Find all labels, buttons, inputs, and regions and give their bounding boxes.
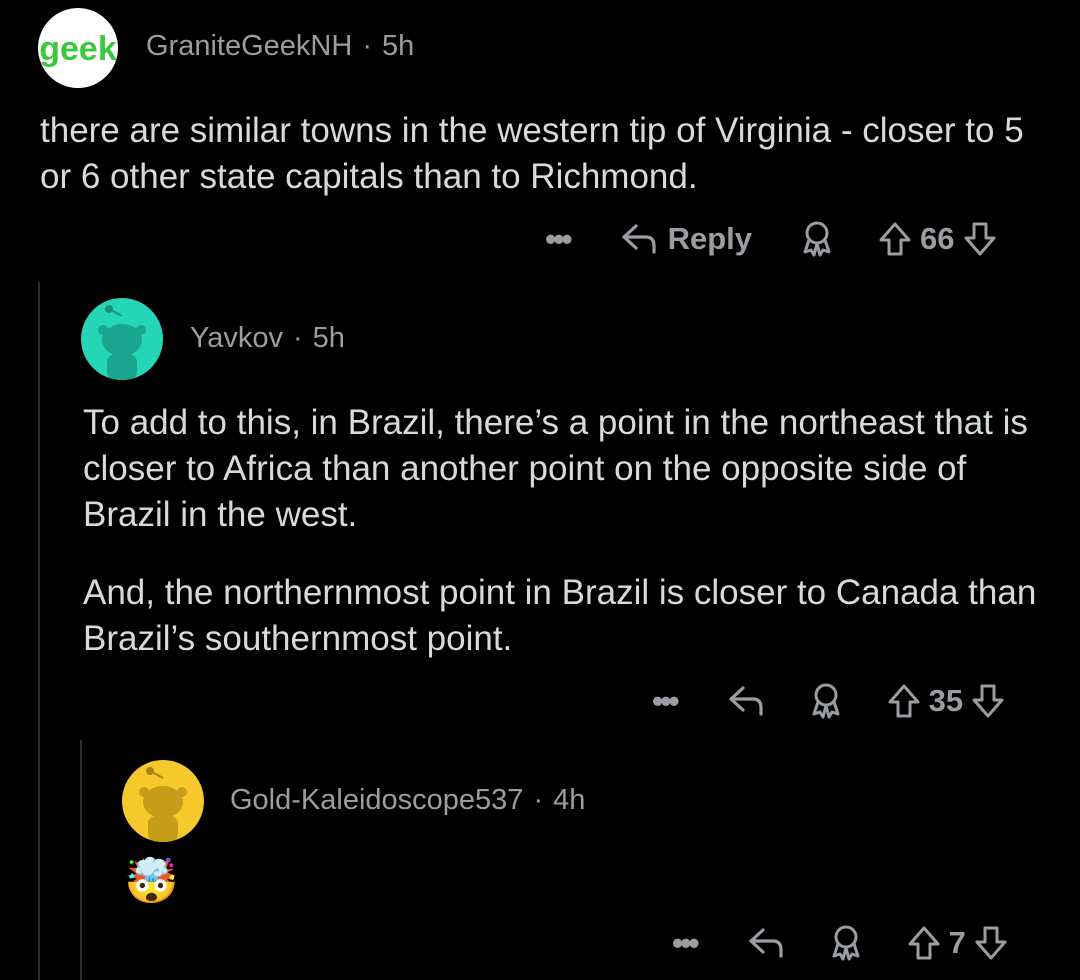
upvote-arrow-icon[interactable] bbox=[878, 221, 912, 257]
award-icon[interactable] bbox=[800, 220, 834, 258]
separator-dot: · bbox=[533, 784, 544, 816]
mind-blown-emoji: 🤯 bbox=[124, 857, 179, 906]
comment-paragraph: To add to this, in Brazil, there’s a poi… bbox=[83, 403, 1028, 534]
avatar-yavkov[interactable] bbox=[81, 298, 163, 380]
thread-line[interactable] bbox=[80, 740, 82, 980]
downvote-arrow-icon[interactable] bbox=[963, 221, 997, 257]
timestamp: 5h bbox=[312, 322, 345, 354]
avatar-granitegeeknh[interactable]: geek bbox=[38, 8, 118, 88]
comment-actions: ••• 35 bbox=[652, 676, 1005, 726]
reply-button[interactable]: Reply bbox=[620, 221, 752, 257]
comment-actions: ••• Reply 66 bbox=[545, 214, 997, 264]
upvote-arrow-icon[interactable] bbox=[907, 925, 941, 961]
vote-score: 7 bbox=[948, 925, 966, 960]
snoo-avatar-icon bbox=[139, 767, 187, 842]
upvote-arrow-icon[interactable] bbox=[887, 683, 921, 719]
vote-score: 66 bbox=[920, 221, 955, 256]
downvote-arrow-icon[interactable] bbox=[971, 683, 1005, 719]
vote-score: 35 bbox=[928, 683, 964, 718]
comment-paragraph: there are similar towns in the western t… bbox=[40, 111, 1024, 196]
reply-label: Reply bbox=[667, 221, 753, 256]
comment-paragraph: And, the northernmost point in Brazil is… bbox=[83, 573, 1037, 658]
comment-meta: Yavkov · 5h bbox=[190, 322, 345, 355]
geek-logo-text: geek bbox=[39, 30, 117, 68]
award-icon[interactable] bbox=[809, 682, 843, 720]
author-name[interactable]: GraniteGeekNH bbox=[146, 30, 352, 62]
snoo-avatar-icon bbox=[98, 305, 146, 380]
reply-arrow-icon[interactable] bbox=[747, 926, 785, 960]
avatar-gold-kaleidoscope537[interactable] bbox=[122, 760, 204, 842]
more-options-button[interactable]: ••• bbox=[672, 925, 700, 962]
separator-dot: · bbox=[362, 30, 372, 62]
timestamp: 5h bbox=[381, 30, 415, 62]
geek-logo-icon: geek bbox=[39, 30, 117, 68]
reply-arrow-icon[interactable] bbox=[727, 684, 765, 718]
thread-line[interactable] bbox=[38, 282, 40, 980]
award-icon[interactable] bbox=[829, 924, 863, 962]
timestamp: 4h bbox=[553, 784, 586, 816]
comment-meta: GraniteGeekNH · 5h bbox=[146, 30, 414, 63]
author-name[interactable]: Gold-Kaleidoscope537 bbox=[230, 784, 523, 816]
comment-body: To add to this, in Brazil, there’s a poi… bbox=[83, 400, 1043, 662]
comment-actions: ••• 7 bbox=[672, 918, 1008, 968]
comment-meta: Gold-Kaleidoscope537 · 4h bbox=[230, 784, 585, 817]
more-options-button[interactable]: ••• bbox=[652, 683, 680, 720]
comment-body: there are similar towns in the western t… bbox=[40, 108, 1030, 200]
reply-arrow-icon bbox=[620, 222, 658, 256]
separator-dot: · bbox=[292, 322, 303, 354]
downvote-arrow-icon[interactable] bbox=[974, 925, 1008, 961]
author-name[interactable]: Yavkov bbox=[190, 322, 283, 354]
more-options-button[interactable]: ••• bbox=[545, 221, 573, 258]
